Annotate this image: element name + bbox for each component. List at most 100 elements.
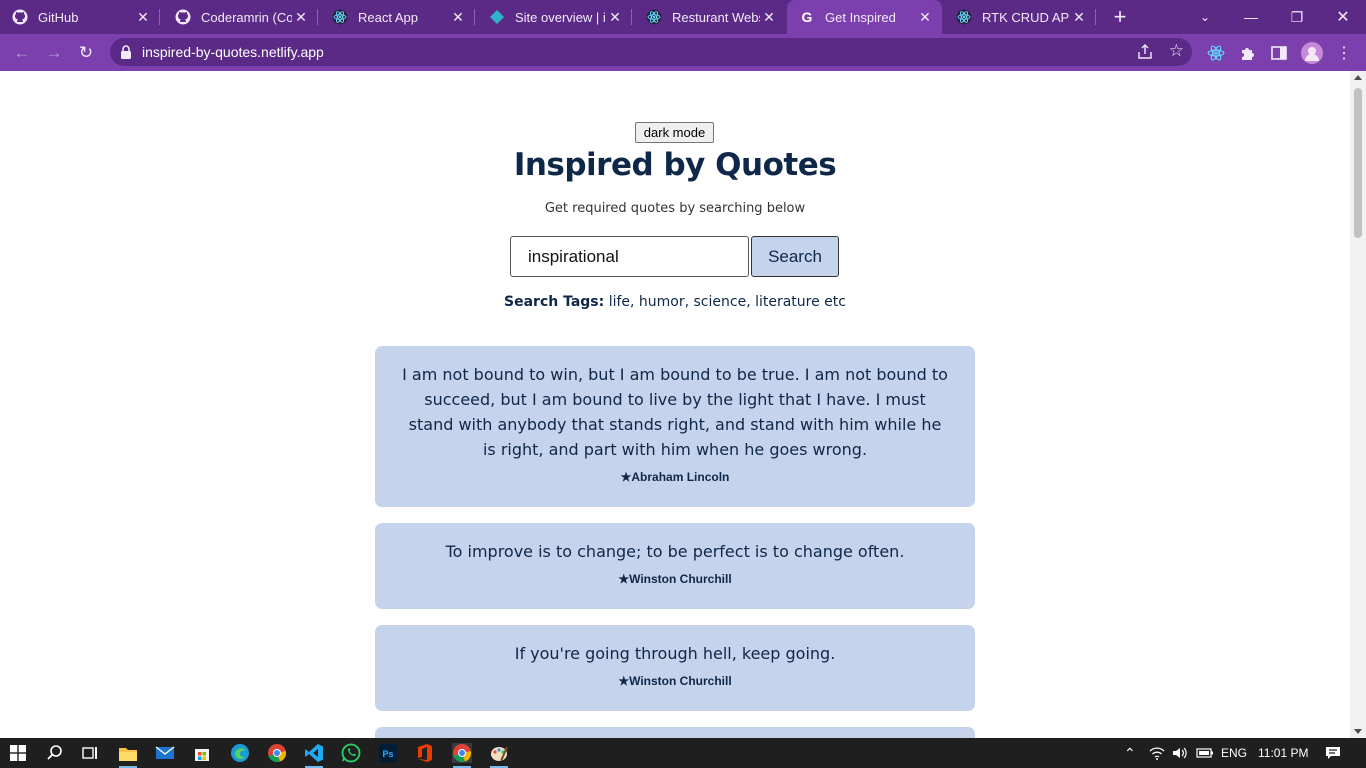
tab-coderamrin[interactable]: Coderamrin (Cod ✕ <box>163 0 318 34</box>
chrome-icon[interactable] <box>265 741 289 765</box>
quote-text: If you're going through hell, keep going… <box>514 644 836 663</box>
profile-avatar-icon[interactable] <box>1301 42 1323 64</box>
scrollbar-thumb[interactable] <box>1354 88 1362 238</box>
close-icon[interactable]: ✕ <box>916 8 934 26</box>
quote-author: ★Winston Churchill <box>618 572 732 586</box>
tab-search-icon[interactable]: ⌄ <box>1182 0 1228 34</box>
battery-icon[interactable] <box>1196 738 1214 768</box>
task-view-icon[interactable] <box>78 741 102 765</box>
close-icon[interactable]: ✕ <box>292 8 310 26</box>
notifications-icon[interactable] <box>1325 738 1341 768</box>
search-icon[interactable] <box>43 741 67 765</box>
tab-resturant-website[interactable]: Resturant Websit ✕ <box>634 0 786 34</box>
store-icon[interactable] <box>190 741 214 765</box>
tab-separator <box>159 9 160 25</box>
paint-app-icon[interactable] <box>487 741 511 768</box>
react-devtools-icon[interactable] <box>1205 42 1227 64</box>
quote-card-partial <box>375 727 975 738</box>
search-tags-list: life, humor, science, literature etc <box>608 294 846 310</box>
forward-icon[interactable]: → <box>41 40 67 66</box>
browser-toolbar: ← → ↻ inspired-by-quotes.netlify.app ☆ ⋮ <box>0 34 1366 71</box>
windows-start-icon[interactable] <box>6 741 30 765</box>
close-icon[interactable]: ✕ <box>760 8 778 26</box>
react-icon <box>646 9 662 25</box>
photoshop-icon[interactable]: Ps <box>376 741 400 765</box>
tab-react-app[interactable]: React App ✕ <box>320 0 475 34</box>
tab-title: Coderamrin (Cod <box>201 9 292 25</box>
close-icon[interactable]: ✕ <box>606 8 624 26</box>
quote-card: I am not bound to win, but I am bound to… <box>375 346 975 507</box>
wifi-icon[interactable] <box>1149 738 1165 768</box>
minimize-icon[interactable]: — <box>1228 0 1274 34</box>
quote-author: ★Winston Churchill <box>618 674 732 688</box>
vscode-icon[interactable] <box>302 741 326 768</box>
tab-title: Site overview | in <box>515 9 606 25</box>
quote-author: ★Abraham Lincoln <box>620 470 730 484</box>
restore-icon[interactable]: ❐ <box>1274 0 1320 34</box>
tab-title: React App <box>358 9 418 25</box>
tab-separator <box>474 9 475 25</box>
svg-text:Ps: Ps <box>382 749 393 759</box>
quote-text: I am not bound to win, but I am bound to… <box>402 365 948 459</box>
tab-get-inspired[interactable]: G Get Inspired ✕ <box>787 0 942 34</box>
office-icon[interactable] <box>413 741 437 765</box>
dark-mode-button[interactable]: dark mode <box>635 122 714 143</box>
svg-text:G: G <box>802 9 813 25</box>
search-input[interactable] <box>510 236 749 277</box>
github-icon <box>175 9 191 25</box>
chrome-active-icon[interactable] <box>450 741 474 768</box>
close-icon[interactable]: ✕ <box>1070 8 1088 26</box>
windows-taskbar: Ps ⌃ ENG 11:01 PM <box>0 738 1366 768</box>
tab-separator <box>1095 9 1096 25</box>
edge-icon[interactable] <box>228 741 252 765</box>
tray-chevron-up-icon[interactable]: ⌃ <box>1124 738 1136 768</box>
whatsapp-icon[interactable] <box>339 741 363 765</box>
tab-site-overview[interactable]: Site overview | in ✕ <box>477 0 632 34</box>
tab-title: RTK CRUD APP <box>982 9 1070 25</box>
mail-icon[interactable] <box>153 741 177 765</box>
side-panel-icon[interactable] <box>1268 42 1290 64</box>
quote-card: To improve is to change; to be perfect i… <box>375 523 975 609</box>
file-explorer-icon[interactable] <box>116 741 140 768</box>
tab-title: Resturant Websit <box>672 9 760 25</box>
react-icon <box>332 9 348 25</box>
url-text[interactable]: inspired-by-quotes.netlify.app <box>142 44 324 60</box>
volume-icon[interactable] <box>1172 738 1188 768</box>
search-button[interactable]: Search <box>751 236 839 277</box>
scroll-down-arrow-icon[interactable] <box>1354 729 1362 734</box>
close-window-icon[interactable]: ✕ <box>1320 0 1366 34</box>
react-icon <box>956 9 972 25</box>
close-icon[interactable]: ✕ <box>449 8 467 26</box>
language-indicator[interactable]: ENG <box>1221 738 1247 768</box>
lock-icon[interactable] <box>118 44 134 60</box>
tab-title: GitHub <box>38 9 79 25</box>
tab-separator <box>317 9 318 25</box>
tab-separator <box>631 9 632 25</box>
share-icon[interactable] <box>1136 43 1154 61</box>
tab-strip: GitHub ✕ Coderamrin (Cod ✕ React App ✕ S… <box>0 0 1366 34</box>
clock[interactable]: 11:01 PM <box>1258 738 1308 768</box>
page-scrollbar[interactable] <box>1350 71 1366 738</box>
close-icon[interactable]: ✕ <box>134 8 152 26</box>
page-title: Inspired by Quotes <box>513 147 837 183</box>
tab-rtk-crud-app[interactable]: RTK CRUD APP ✕ <box>944 0 1096 34</box>
address-bar[interactable]: inspired-by-quotes.netlify.app ☆ <box>110 38 1192 66</box>
search-tags: Search Tags: life, humor, science, liter… <box>0 294 1350 310</box>
back-icon[interactable]: ← <box>9 40 35 66</box>
page-subtitle: Get required quotes by searching below <box>544 201 806 216</box>
tab-github[interactable]: GitHub ✕ <box>0 0 160 34</box>
scroll-up-arrow-icon[interactable] <box>1354 75 1362 80</box>
reload-icon[interactable]: ↻ <box>73 40 99 66</box>
search-tags-label: Search Tags: <box>504 294 605 310</box>
netlify-icon <box>489 9 505 25</box>
github-icon <box>12 9 28 25</box>
more-menu-icon[interactable]: ⋮ <box>1333 42 1355 64</box>
page-viewport: dark mode Inspired by Quotes Get require… <box>0 71 1350 738</box>
bookmark-star-icon[interactable]: ☆ <box>1169 41 1184 61</box>
extensions-puzzle-icon[interactable] <box>1237 42 1259 64</box>
tab-title: Get Inspired <box>825 9 896 25</box>
google-icon: G <box>799 9 815 25</box>
new-tab-button[interactable]: + <box>1108 4 1132 29</box>
quote-card: If you're going through hell, keep going… <box>375 625 975 711</box>
quote-text: To improve is to change; to be perfect i… <box>445 542 905 561</box>
